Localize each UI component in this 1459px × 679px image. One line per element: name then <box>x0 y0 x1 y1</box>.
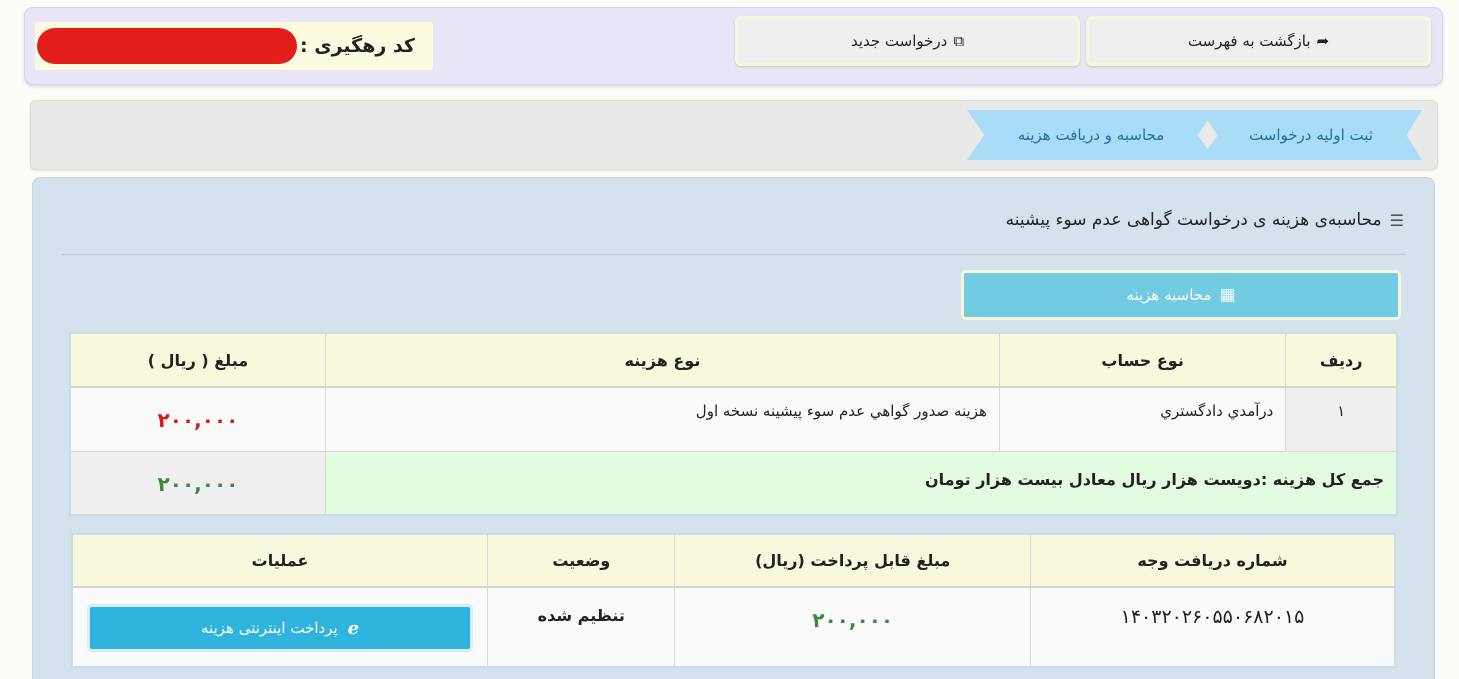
fee-panel: ☰ محاسبه‌ی هزینه ی درخواست گواهی عدم سوء… <box>32 177 1435 679</box>
breadcrumb-step-label: ثبت اولیه درخواست <box>1249 126 1373 144</box>
payment-table: شماره دریافت وجه مبلغ قابل پرداخت (ریال)… <box>71 533 1396 668</box>
cost-table-header: ردیف نوع حساب نوع هزینه مبلغ ( ریال ) <box>69 332 1398 388</box>
new-request-button[interactable]: ⧉ درخواست جدید <box>735 16 1080 66</box>
cell-row-number: ۱ <box>1285 386 1398 452</box>
redacted-tracking-code <box>37 28 297 64</box>
header-payable-amount: مبلغ قابل پرداخت (ریال) <box>674 533 1031 588</box>
tracking-code-box: کد رهگیری : <box>35 22 433 70</box>
divider <box>61 254 1406 255</box>
table-row: ۱۴۰۳۲۰۲۶۰۵۵۰۶۸۲۰۱۵ ۲۰۰,۰۰۰ تنظیم شده e پ… <box>71 586 1396 668</box>
breadcrumb-step-calculate-fee[interactable]: محاسبه و دریافت هزینه <box>967 110 1215 160</box>
top-bar: ➦ بازگشت به فهرست ⧉ درخواست جدید کد رهگی… <box>24 7 1443 85</box>
breadcrumb: ثبت اولیه درخواست محاسبه و دریافت هزینه <box>30 100 1438 170</box>
cell-cost-type: هزينه صدور گواهي عدم سوء پيشينه نسخه اول <box>324 386 1000 452</box>
internet-explorer-icon: e <box>347 617 360 639</box>
share-arrow-icon: ➦ <box>1316 32 1330 50</box>
table-row: ۱ درآمدي دادگستري هزينه صدور گواهي عدم س… <box>69 386 1398 452</box>
cell-operations: e پرداخت اینترنتی هزینه <box>71 586 489 668</box>
cell-receipt-number: ۱۴۰۳۲۰۲۶۰۵۵۰۶۸۲۰۱۵ <box>1029 586 1396 668</box>
panel-title: ☰ محاسبه‌ی هزینه ی درخواست گواهی عدم سوء… <box>1006 210 1404 230</box>
payment-table-header: شماره دریافت وجه مبلغ قابل پرداخت (ریال)… <box>71 533 1396 588</box>
cell-status: تنظیم شده <box>487 586 676 668</box>
breadcrumb-step-initial-request[interactable]: ثبت اولیه درخواست <box>1200 110 1422 160</box>
online-payment-button[interactable]: e پرداخت اینترنتی هزینه <box>87 604 474 652</box>
back-to-list-button[interactable]: ➦ بازگشت به فهرست <box>1086 16 1431 66</box>
header-operations: عملیات <box>71 533 489 588</box>
cell-amount: ۲۰۰,۰۰۰ <box>69 386 326 452</box>
cell-account-type: درآمدي دادگستري <box>998 386 1287 452</box>
calculate-fee-button[interactable]: ▦ محاسبه هزینه <box>961 270 1401 320</box>
cell-payable-amount: ۲۰۰,۰۰۰ <box>674 586 1031 668</box>
calculate-fee-label: محاسبه هزینه <box>1126 286 1212 304</box>
total-amount: ۲۰۰,۰۰۰ <box>69 450 326 516</box>
total-label: جمع کل هزینه :دویست هزار ریال معادل بیست… <box>324 450 1398 516</box>
new-request-label: درخواست جدید <box>850 32 948 50</box>
header-amount: مبلغ ( ریال ) <box>69 332 326 388</box>
header-row-number: ردیف <box>1285 332 1398 388</box>
calculator-icon: ▦ <box>1219 285 1236 305</box>
breadcrumb-step-label: محاسبه و دریافت هزینه <box>1017 126 1165 144</box>
cost-table: ردیف نوع حساب نوع هزینه مبلغ ( ریال ) ۱ … <box>69 332 1398 516</box>
header-receipt-number: شماره دریافت وجه <box>1029 533 1396 588</box>
header-status: وضعیت <box>487 533 676 588</box>
list-icon: ☰ <box>1389 210 1404 230</box>
header-cost-type: نوع هزینه <box>324 332 1000 388</box>
online-payment-label: پرداخت اینترنتی هزینه <box>201 619 338 637</box>
panel-title-text: محاسبه‌ی هزینه ی درخواست گواهی عدم سوء پ… <box>1005 210 1382 230</box>
total-row: جمع کل هزینه :دویست هزار ریال معادل بیست… <box>69 450 1398 516</box>
external-link-icon: ⧉ <box>953 32 965 50</box>
tracking-code-label: کد رهگیری : <box>299 35 415 57</box>
header-account-type: نوع حساب <box>998 332 1287 388</box>
back-to-list-label: بازگشت به فهرست <box>1187 32 1311 50</box>
